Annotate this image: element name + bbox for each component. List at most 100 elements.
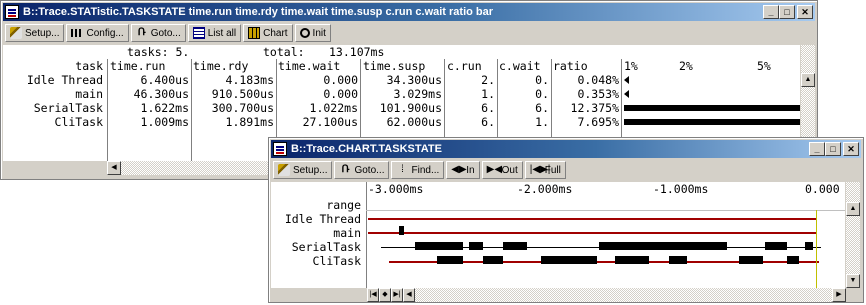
- ratio-bar-marker: [624, 90, 629, 98]
- find-button[interactable]: ⁞ Find...: [391, 161, 445, 179]
- header-task: task: [75, 59, 103, 73]
- cell-task: SerialTask: [33, 101, 103, 115]
- chart-first-button[interactable]: |◀: [367, 288, 379, 302]
- cell-time-rdy: 910.500us: [211, 87, 274, 101]
- zoom-in-icon: ◀▶: [451, 164, 467, 175]
- cell-c-wait: 0.: [535, 87, 549, 101]
- cell-time-run: 6.400us: [140, 73, 189, 87]
- goto-icon: Ռ: [137, 27, 146, 38]
- chart-hscrollbar[interactable]: |◀ ◆ ▶| ◀ ▶: [367, 288, 846, 302]
- chart-next-button[interactable]: ▶|: [391, 288, 403, 302]
- close-button[interactable]: ✕: [843, 142, 859, 156]
- table-row[interactable]: SerialTask 1.622ms 300.700us 1.022ms 101.900…: [3, 101, 800, 115]
- cell-time-susp: 3.029ms: [393, 87, 442, 101]
- list-icon: [192, 27, 205, 39]
- cell-c-wait: 6.: [535, 101, 549, 115]
- minimize-button[interactable]: _: [809, 142, 825, 156]
- goto-icon: Ռ: [341, 164, 350, 175]
- cell-time-rdy: 300.700us: [211, 101, 274, 115]
- goto-button[interactable]: Ռ Goto...: [130, 24, 186, 42]
- cell-c-run: 6.: [481, 101, 495, 115]
- serial-run-segment: [469, 242, 483, 250]
- maximize-button[interactable]: □: [779, 5, 795, 19]
- header-c-wait: c.wait: [499, 59, 541, 73]
- find-icon: ⁞: [401, 164, 404, 175]
- header-scale-1pct: 1%: [624, 59, 638, 73]
- zoom-out-button[interactable]: ▶◀ Out: [481, 161, 523, 179]
- chart-setup-button[interactable]: Setup...: [273, 161, 333, 179]
- cli-run-segment: [615, 256, 649, 264]
- chart-label: Chart: [263, 27, 288, 39]
- axis-label-0: 0.000: [805, 182, 840, 196]
- minimize-button[interactable]: _: [763, 5, 779, 19]
- cell-ratio: 0.048%: [577, 73, 619, 87]
- serial-run-segment: [503, 242, 527, 250]
- cell-ratio: 12.375%: [570, 101, 619, 115]
- cell-time-susp: 34.300us: [386, 73, 442, 87]
- goto-label: Goto...: [150, 27, 181, 39]
- cli-run-segment: [739, 256, 763, 264]
- init-button[interactable]: Init: [294, 24, 331, 42]
- cli-run-segment: [483, 256, 503, 264]
- table-row[interactable]: Idle Thread 6.400us 4.183ms 0.000 34.300us 2.…: [3, 73, 800, 87]
- zoom-full-button[interactable]: |◀▶| Full: [524, 161, 566, 179]
- cell-c-wait: 0.: [535, 73, 549, 87]
- chart-prev-button[interactable]: ◆: [379, 288, 391, 302]
- cell-ratio: 7.695%: [577, 115, 619, 129]
- chart-scroll-left-button[interactable]: ◀: [403, 288, 415, 302]
- cli-run-segment: [541, 256, 597, 264]
- range-label: range: [326, 198, 361, 212]
- table-row[interactable]: main 46.300us 910.500us 0.000 3.029ms 1. 0. 0.3…: [3, 87, 800, 101]
- chart-goto-button[interactable]: Ռ Goto...: [334, 161, 390, 179]
- find-label: Find...: [411, 164, 440, 176]
- header-scale-2pct: 2%: [679, 59, 693, 73]
- header-time-susp: time.susp: [363, 59, 426, 73]
- axis-label-1ms: -1.000ms: [653, 182, 709, 196]
- chart-scroll-up-button[interactable]: ▲: [846, 202, 860, 216]
- time-cursor[interactable]: [816, 210, 817, 288]
- chart-vscrollbar[interactable]: ▲ ▼: [846, 182, 860, 288]
- zoom-full-icon: |◀▶|: [529, 164, 551, 175]
- scroll-up-button[interactable]: ▲: [801, 73, 815, 87]
- list-all-label: List all: [207, 27, 237, 39]
- window-app-icon: [5, 5, 19, 19]
- goto-label: Goto...: [354, 164, 385, 176]
- table-row[interactable]: CliTask 1.009ms 1.891ms 27.100us 62.000us 6. 1…: [3, 115, 800, 129]
- maximize-button[interactable]: □: [825, 142, 841, 156]
- chart-button[interactable]: Chart: [243, 24, 293, 42]
- scroll-left-button[interactable]: ◀: [107, 161, 121, 175]
- cli-run-segment: [669, 256, 687, 264]
- chart-task-idle: Idle Thread: [284, 212, 361, 226]
- main-running-segment: [399, 226, 404, 235]
- list-all-button[interactable]: List all: [187, 24, 242, 42]
- header-scale-5pct: 5%: [757, 59, 771, 73]
- zoom-out-label: Out: [501, 164, 518, 176]
- axis-label-3ms: -3.000ms: [368, 182, 424, 196]
- idle-thread-trace: [368, 218, 816, 220]
- chart-task-serial: SerialTask: [291, 240, 361, 254]
- setup-button[interactable]: Setup...: [5, 24, 65, 42]
- cell-time-wait: 27.100us: [302, 115, 358, 129]
- config-button[interactable]: Config...: [66, 24, 129, 42]
- cell-task: Idle Thread: [26, 73, 103, 87]
- chart-scroll-down-button[interactable]: ▼: [846, 274, 860, 288]
- total-value: 13.107ms: [329, 45, 385, 59]
- ratio-bar-marker: [624, 76, 629, 84]
- cell-task: main: [75, 87, 103, 101]
- serial-run-segment: [599, 242, 727, 250]
- cli-run-segment: [437, 256, 463, 264]
- chart-titlebar[interactable]: B::Trace.CHART.TASKSTATE _ □ ✕: [271, 140, 861, 158]
- zoom-out-icon: ▶◀: [486, 164, 503, 175]
- window-app-icon: [273, 142, 287, 156]
- cell-time-run: 46.300us: [133, 87, 189, 101]
- zoom-in-button[interactable]: ◀▶ In: [446, 161, 480, 179]
- main-trace: [368, 232, 816, 234]
- statistic-titlebar[interactable]: B::Trace.STATistic.TASKSTATE time.run ti…: [3, 3, 815, 21]
- zoom-in-label: In: [466, 164, 475, 176]
- cell-time-susp: 62.000us: [386, 115, 442, 129]
- chart-scroll-right-button[interactable]: ▶: [832, 288, 846, 302]
- close-button[interactable]: ✕: [797, 5, 813, 19]
- header-time-rdy: time.rdy: [193, 59, 249, 73]
- cell-c-run: 1.: [481, 87, 495, 101]
- serial-run-segment: [805, 242, 813, 250]
